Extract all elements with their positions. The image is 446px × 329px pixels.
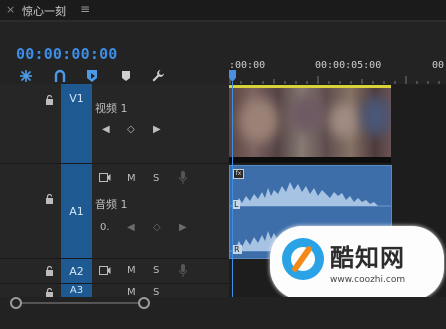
mute-button-a1[interactable]: M <box>127 173 136 184</box>
next-keyframe-button-a1[interactable]: ▶ <box>179 222 187 233</box>
zoom-scroll-handle-left[interactable] <box>10 297 22 309</box>
playhead-timecode[interactable]: 00:00:00:00 <box>16 45 118 63</box>
next-keyframe-button[interactable]: ▶ <box>153 124 161 135</box>
sequence-tab-title[interactable]: 惊心一刻 <box>22 3 66 19</box>
track-header-a1: A1 M S 音频 1 0. ◀ ◇ ▶ <box>0 164 229 259</box>
premiere-timeline-panel: × 惊心一刻 ≡ 00:00:00:00 :00:00 00:00:05:00 … <box>0 0 446 329</box>
lock-icon[interactable] <box>45 194 54 204</box>
marker-icon[interactable] <box>118 68 134 84</box>
watermark-title: 酷知网 <box>330 244 405 272</box>
prev-keyframe-button[interactable]: ◀ <box>102 124 110 135</box>
time-ruler[interactable]: :00:00 00:00:05:00 00 <box>229 56 446 84</box>
watermark-url: www.coozhi.com <box>330 275 406 285</box>
video-thumbnail-blur <box>239 98 279 143</box>
track-label-a1: A1 <box>69 204 84 218</box>
microphone-icon[interactable] <box>179 171 187 184</box>
coozhi-logo-icon <box>282 238 324 280</box>
watermark: 酷知网 www.coozhi.com <box>270 226 444 300</box>
close-tab-button[interactable]: × <box>6 3 15 16</box>
track-header-a2: A2 M S <box>0 259 229 284</box>
ruler-label-start: :00:00 <box>229 60 266 71</box>
channel-label-left: L <box>232 200 241 209</box>
track-target-v1[interactable]: V1 <box>61 84 92 163</box>
volume-value[interactable]: 0. <box>100 222 110 233</box>
track-target-a2[interactable]: A2 <box>61 259 92 283</box>
video-clip-strip <box>229 157 391 163</box>
wrench-icon[interactable] <box>150 68 166 84</box>
ruler-label-end: 00 <box>432 60 445 71</box>
panel-divider <box>0 20 446 22</box>
microphone-icon[interactable] <box>179 264 187 277</box>
track-target-a1[interactable]: A1 <box>61 164 92 258</box>
add-marker-icon[interactable] <box>84 68 100 84</box>
add-keyframe-button-a1[interactable]: ◇ <box>153 222 161 233</box>
audio-lane-left <box>230 168 391 212</box>
snap-icon[interactable] <box>18 68 34 84</box>
track-header-v1: V1 视频 1 ◀ ◇ ▶ <box>0 84 229 164</box>
video-thumbnail-blur <box>361 96 391 136</box>
playhead-line <box>232 82 233 297</box>
solo-button-a2[interactable]: S <box>153 265 159 276</box>
track-target-a3[interactable]: A3 <box>61 284 92 298</box>
linked-selection-icon[interactable] <box>52 68 68 84</box>
waveform-left <box>230 182 391 207</box>
ruler-label-5s: 00:00:05:00 <box>315 60 382 71</box>
sync-lock-icon[interactable] <box>99 266 111 276</box>
zoom-scroll-handle-right[interactable] <box>138 297 150 309</box>
channel-label-right: R <box>232 245 242 254</box>
track-name-v1: 视频 1 <box>95 102 128 115</box>
track-label-v1: V1 <box>69 92 84 105</box>
video-thumbnail-blur <box>289 94 324 134</box>
zoom-scroll-track[interactable] <box>14 302 144 304</box>
video-thumbnail-blur <box>329 103 359 138</box>
track-label-a3: A3 <box>69 285 84 296</box>
ruler-ticks <box>229 76 440 84</box>
track-label-a2: A2 <box>69 264 84 278</box>
add-keyframe-button[interactable]: ◇ <box>127 124 135 135</box>
solo-button-a1[interactable]: S <box>153 173 159 184</box>
zoom-scrollbar <box>0 297 446 329</box>
lock-icon[interactable] <box>45 266 54 276</box>
lock-icon[interactable] <box>45 95 54 105</box>
mute-button-a2[interactable]: M <box>127 265 136 276</box>
panel-tab-bar: × 惊心一刻 ≡ <box>0 0 446 20</box>
sync-lock-icon[interactable] <box>99 173 111 183</box>
panel-menu-icon[interactable]: ≡ <box>80 2 90 16</box>
track-name-a1: 音频 1 <box>95 198 128 211</box>
video-clip[interactable] <box>229 85 391 163</box>
prev-keyframe-button-a1[interactable]: ◀ <box>127 222 135 233</box>
